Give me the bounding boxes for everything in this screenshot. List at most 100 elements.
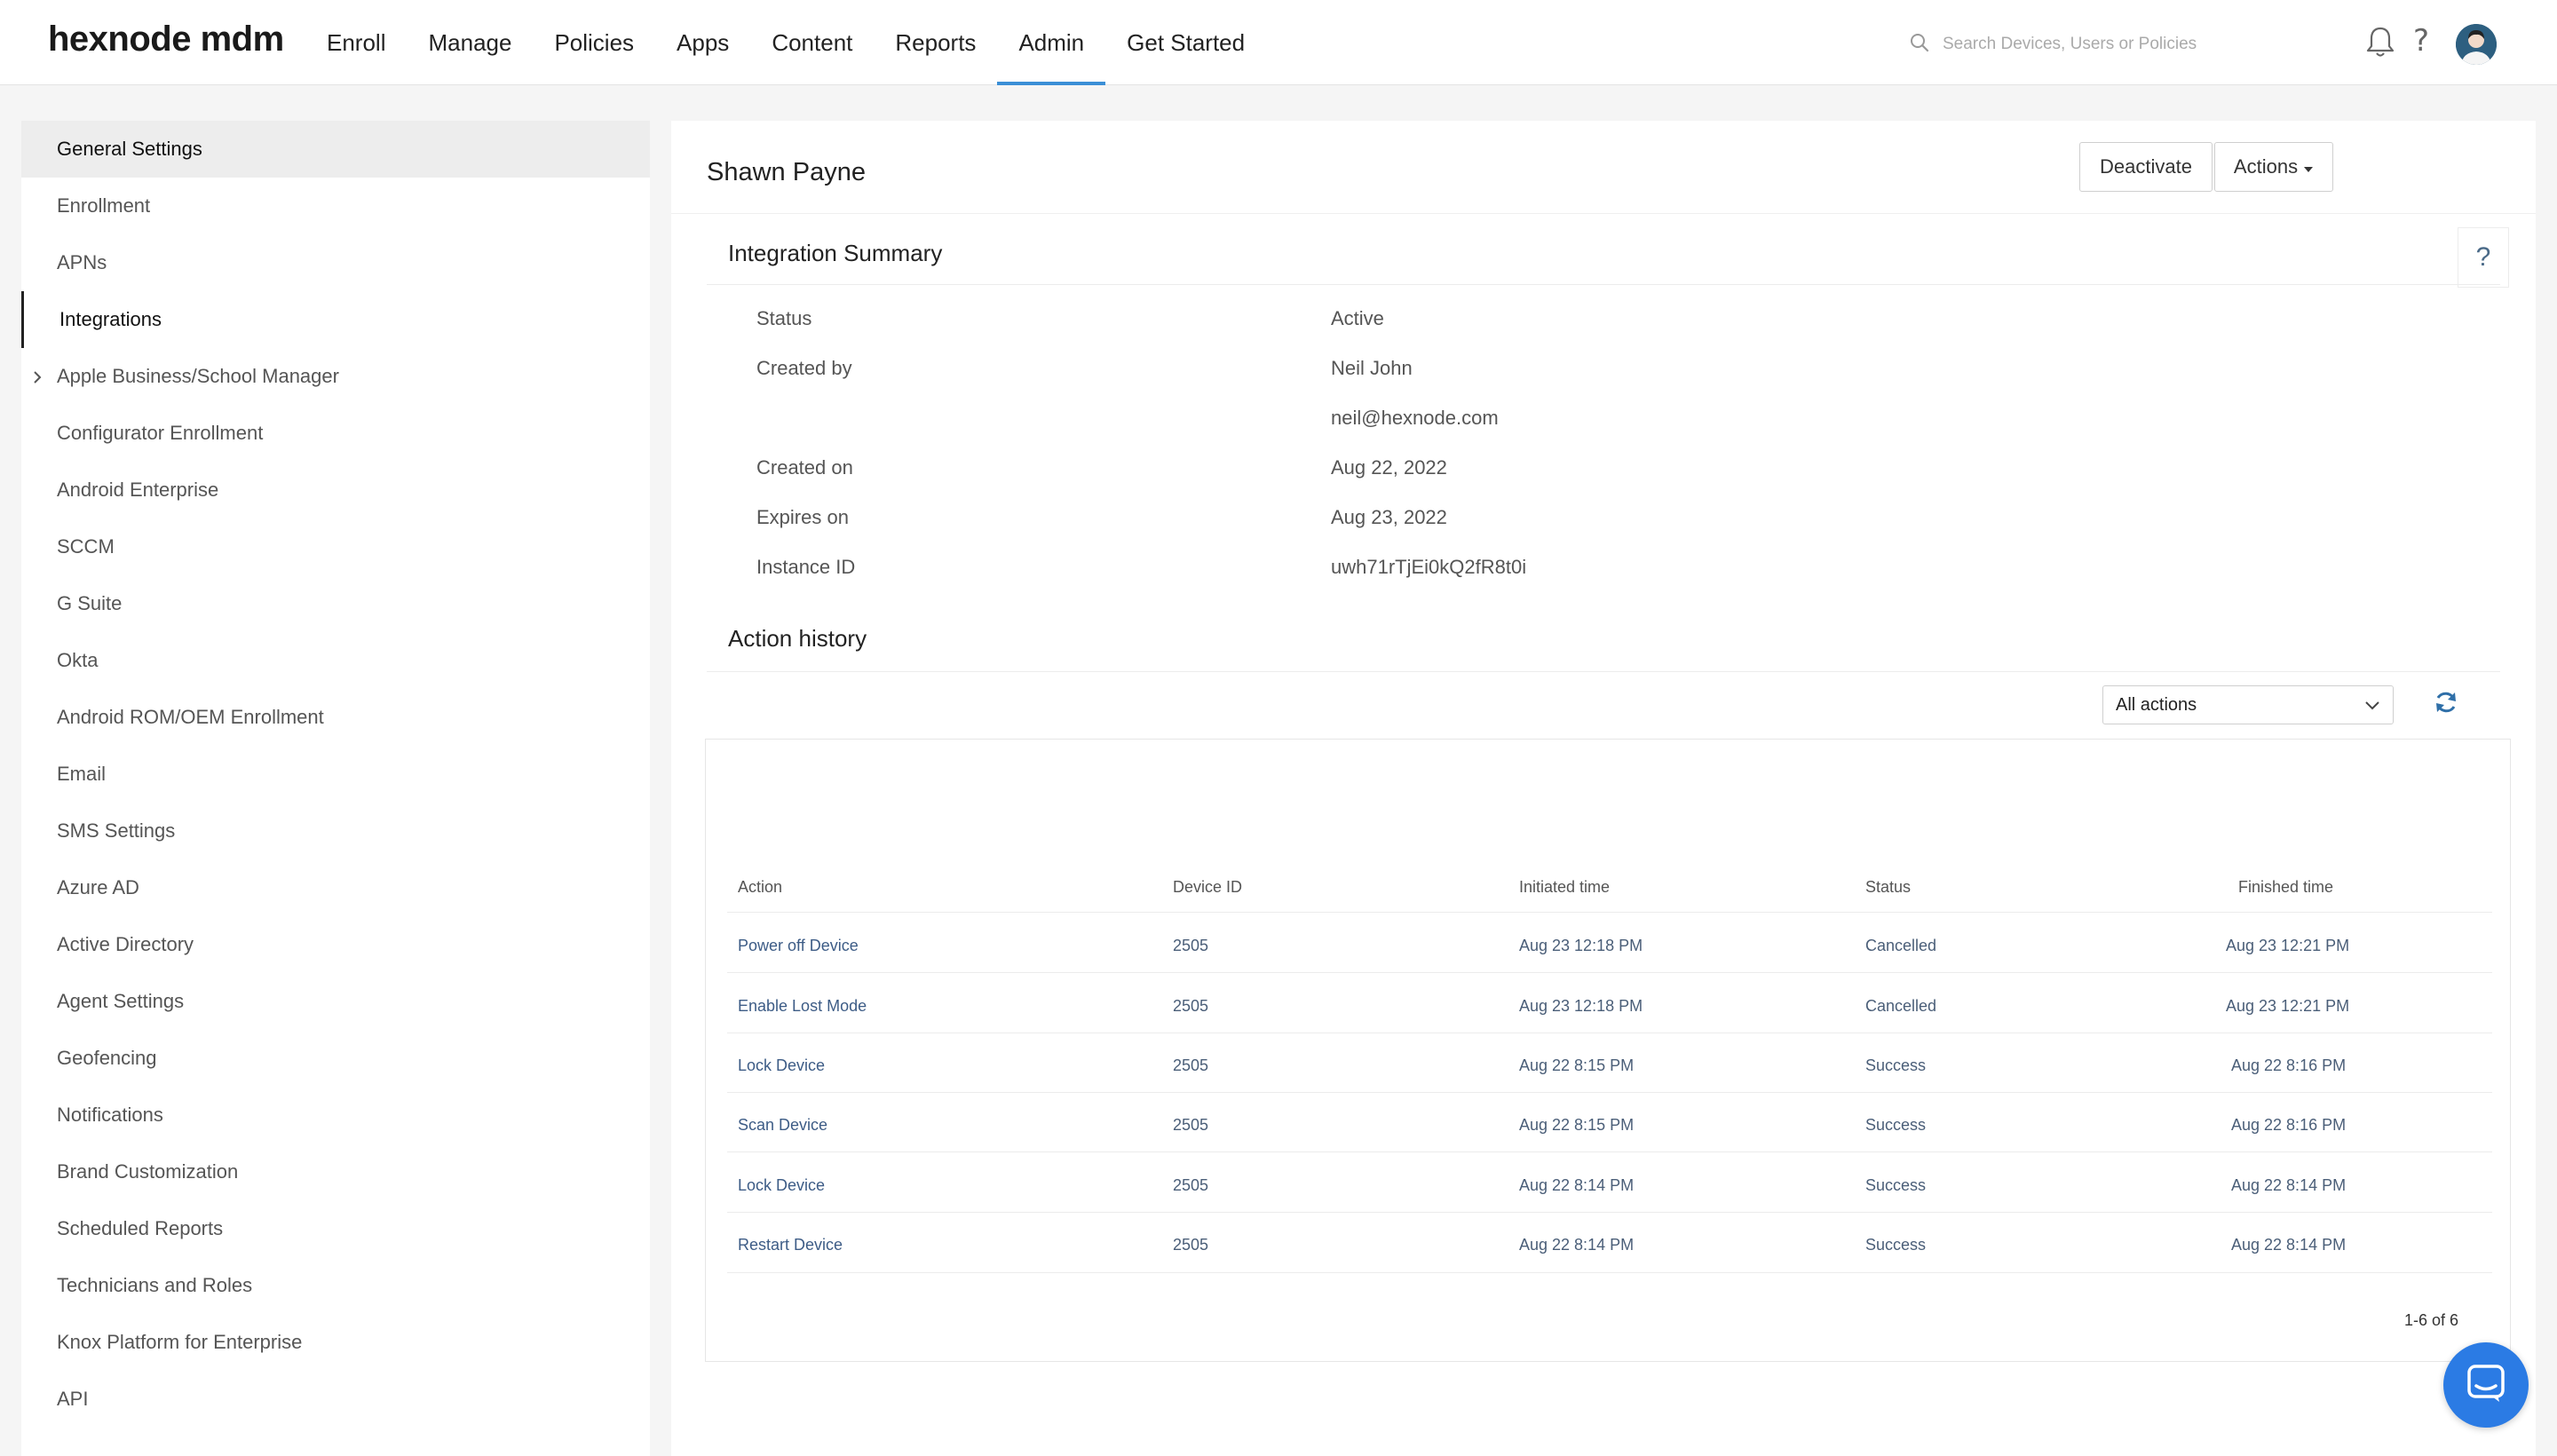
row-divider [727, 1092, 2492, 1093]
sidebar-item-knox[interactable]: Knox Platform for Enterprise [21, 1314, 650, 1371]
help-icon[interactable]: ? [2413, 23, 2429, 59]
row-divider [727, 1212, 2492, 1213]
page-title: Shawn Payne [707, 158, 866, 186]
row-finished-time: Aug 22 8:14 PM [2231, 1176, 2347, 1194]
sidebar-item-azure-ad[interactable]: Azure AD [21, 859, 650, 916]
refresh-icon[interactable] [2433, 689, 2459, 720]
help-button[interactable]: ? [2458, 227, 2509, 288]
sidebar-item-integrations[interactable]: Integrations [21, 291, 650, 348]
sidebar-item-brand-customization[interactable]: Brand Customization [21, 1143, 650, 1200]
settings-sidebar: General Settings Enrollment APNs Integra… [21, 121, 650, 1456]
expires-on-value: Aug 23, 2022 [1331, 506, 1447, 528]
row-initiated-time: Aug 23 12:18 PM [1519, 937, 1643, 954]
sidebar-item-geofencing[interactable]: Geofencing [21, 1030, 650, 1087]
main-nav: Enroll Manage Policies Apps Content Repo… [305, 0, 1266, 85]
row-divider [727, 972, 2492, 973]
action-filter-value: All actions [2116, 694, 2197, 715]
sidebar-item-sms-settings[interactable]: SMS Settings [21, 803, 650, 859]
column-header-status[interactable]: Status [1865, 878, 1911, 897]
created-on-label: Created on [756, 456, 853, 479]
chat-launcher-button[interactable] [2443, 1342, 2529, 1428]
row-initiated-time: Aug 22 8:15 PM [1519, 1116, 1635, 1134]
sidebar-item-notifications[interactable]: Notifications [21, 1087, 650, 1143]
sidebar-item-technicians-roles[interactable]: Technicians and Roles [21, 1257, 650, 1314]
sidebar-item-okta[interactable]: Okta [21, 632, 650, 689]
pagination-info: 1-6 of 6 [2403, 1311, 2458, 1329]
instance-id-label: Instance ID [756, 556, 856, 578]
global-search [1909, 27, 2300, 62]
sidebar-item-email[interactable]: Email [21, 746, 650, 803]
sidebar-item-enrollment[interactable]: Enrollment [21, 178, 650, 234]
top-navigation-bar: hexnode mdm Enroll Manage Policies Apps … [0, 0, 2557, 85]
sidebar-item-apple-business[interactable]: Apple Business/School Manager [21, 348, 650, 405]
row-action-link[interactable]: Power off Device [738, 937, 859, 955]
created-by-email: neil@hexnode.com [1331, 407, 1499, 429]
nav-apps[interactable]: Apps [655, 0, 750, 85]
row-initiated-time: Aug 23 12:18 PM [1519, 997, 1643, 1015]
column-header-finished-time[interactable]: Finished time [2238, 878, 2333, 897]
row-action-link[interactable]: Lock Device [738, 1176, 825, 1195]
row-finished-time: Aug 23 12:21 PM [2226, 997, 2350, 1015]
row-initiated-time: Aug 22 8:15 PM [1519, 1056, 1635, 1074]
row-finished-time: Aug 23 12:21 PM [2226, 937, 2350, 954]
search-icon [1909, 32, 1930, 58]
action-filter-select[interactable]: All actions [2102, 685, 2394, 724]
row-device-id: 2505 [1173, 997, 1209, 1015]
deactivate-button[interactable]: Deactivate [2079, 142, 2213, 192]
row-device-id: 2505 [1173, 1116, 1209, 1134]
caret-down-icon [2303, 155, 2314, 178]
row-action-link[interactable]: Enable Lost Mode [738, 997, 867, 1016]
row-action-link[interactable]: Lock Device [738, 1056, 825, 1075]
sidebar-item-g-suite[interactable]: G Suite [21, 575, 650, 632]
sidebar-item-label: Apple Business/School Manager [57, 365, 339, 387]
sidebar-item-android-enterprise[interactable]: Android Enterprise [21, 462, 650, 518]
sidebar-item-general-settings[interactable]: General Settings [21, 121, 650, 178]
summary-divider [707, 284, 2500, 285]
nav-enroll[interactable]: Enroll [305, 0, 407, 85]
action-history-table: Action Device ID Initiated time Status F… [705, 739, 2511, 1362]
nav-content[interactable]: Content [750, 0, 874, 85]
row-initiated-time: Aug 22 8:14 PM [1519, 1176, 1635, 1194]
row-action-link[interactable]: Restart Device [738, 1236, 843, 1254]
avatar-icon[interactable] [2456, 24, 2497, 65]
created-by-label: Created by [756, 357, 852, 379]
expires-on-label: Expires on [756, 506, 849, 528]
row-device-id: 2505 [1173, 1176, 1209, 1194]
row-status: Success [1865, 1056, 1927, 1074]
row-status: Cancelled [1865, 997, 1937, 1015]
sidebar-item-configurator-enrollment[interactable]: Configurator Enrollment [21, 405, 650, 462]
status-label: Status [756, 307, 812, 329]
chat-icon [2466, 1363, 2506, 1408]
sidebar-item-active-directory[interactable]: Active Directory [21, 916, 650, 973]
header-divider [727, 912, 2492, 913]
search-input[interactable] [1943, 35, 2280, 54]
row-action-link[interactable]: Scan Device [738, 1116, 827, 1135]
nav-manage[interactable]: Manage [407, 0, 533, 85]
row-status: Cancelled [1865, 937, 1937, 954]
sidebar-item-android-rom[interactable]: Android ROM/OEM Enrollment [21, 689, 650, 746]
created-on-value: Aug 22, 2022 [1331, 456, 1447, 479]
column-header-device-id[interactable]: Device ID [1173, 878, 1242, 897]
status-value: Active [1331, 307, 1384, 329]
row-status: Success [1865, 1236, 1927, 1254]
actions-dropdown-button[interactable]: Actions [2214, 142, 2333, 192]
sidebar-item-scheduled-reports[interactable]: Scheduled Reports [21, 1200, 650, 1257]
column-header-action[interactable]: Action [738, 878, 782, 897]
sidebar-item-api[interactable]: API [21, 1371, 650, 1428]
row-initiated-time: Aug 22 8:14 PM [1519, 1236, 1635, 1254]
nav-reports[interactable]: Reports [874, 0, 997, 85]
row-finished-time: Aug 22 8:16 PM [2231, 1056, 2347, 1074]
brand-logo[interactable]: hexnode mdm [48, 20, 284, 59]
nav-admin[interactable]: Admin [997, 0, 1105, 85]
bell-icon[interactable] [2365, 25, 2395, 63]
sidebar-item-apns[interactable]: APNs [21, 234, 650, 291]
nav-policies[interactable]: Policies [533, 0, 655, 85]
row-device-id: 2505 [1173, 937, 1209, 954]
sidebar-item-sccm[interactable]: SCCM [21, 518, 650, 575]
row-finished-time: Aug 22 8:16 PM [2231, 1116, 2347, 1134]
nav-get-started[interactable]: Get Started [1105, 0, 1266, 85]
column-header-initiated-time[interactable]: Initiated time [1519, 878, 1610, 897]
sidebar-item-agent-settings[interactable]: Agent Settings [21, 973, 650, 1030]
instance-id-value: uwh71rTjEi0kQ2fR8t0i [1331, 556, 1527, 578]
row-device-id: 2505 [1173, 1236, 1209, 1254]
